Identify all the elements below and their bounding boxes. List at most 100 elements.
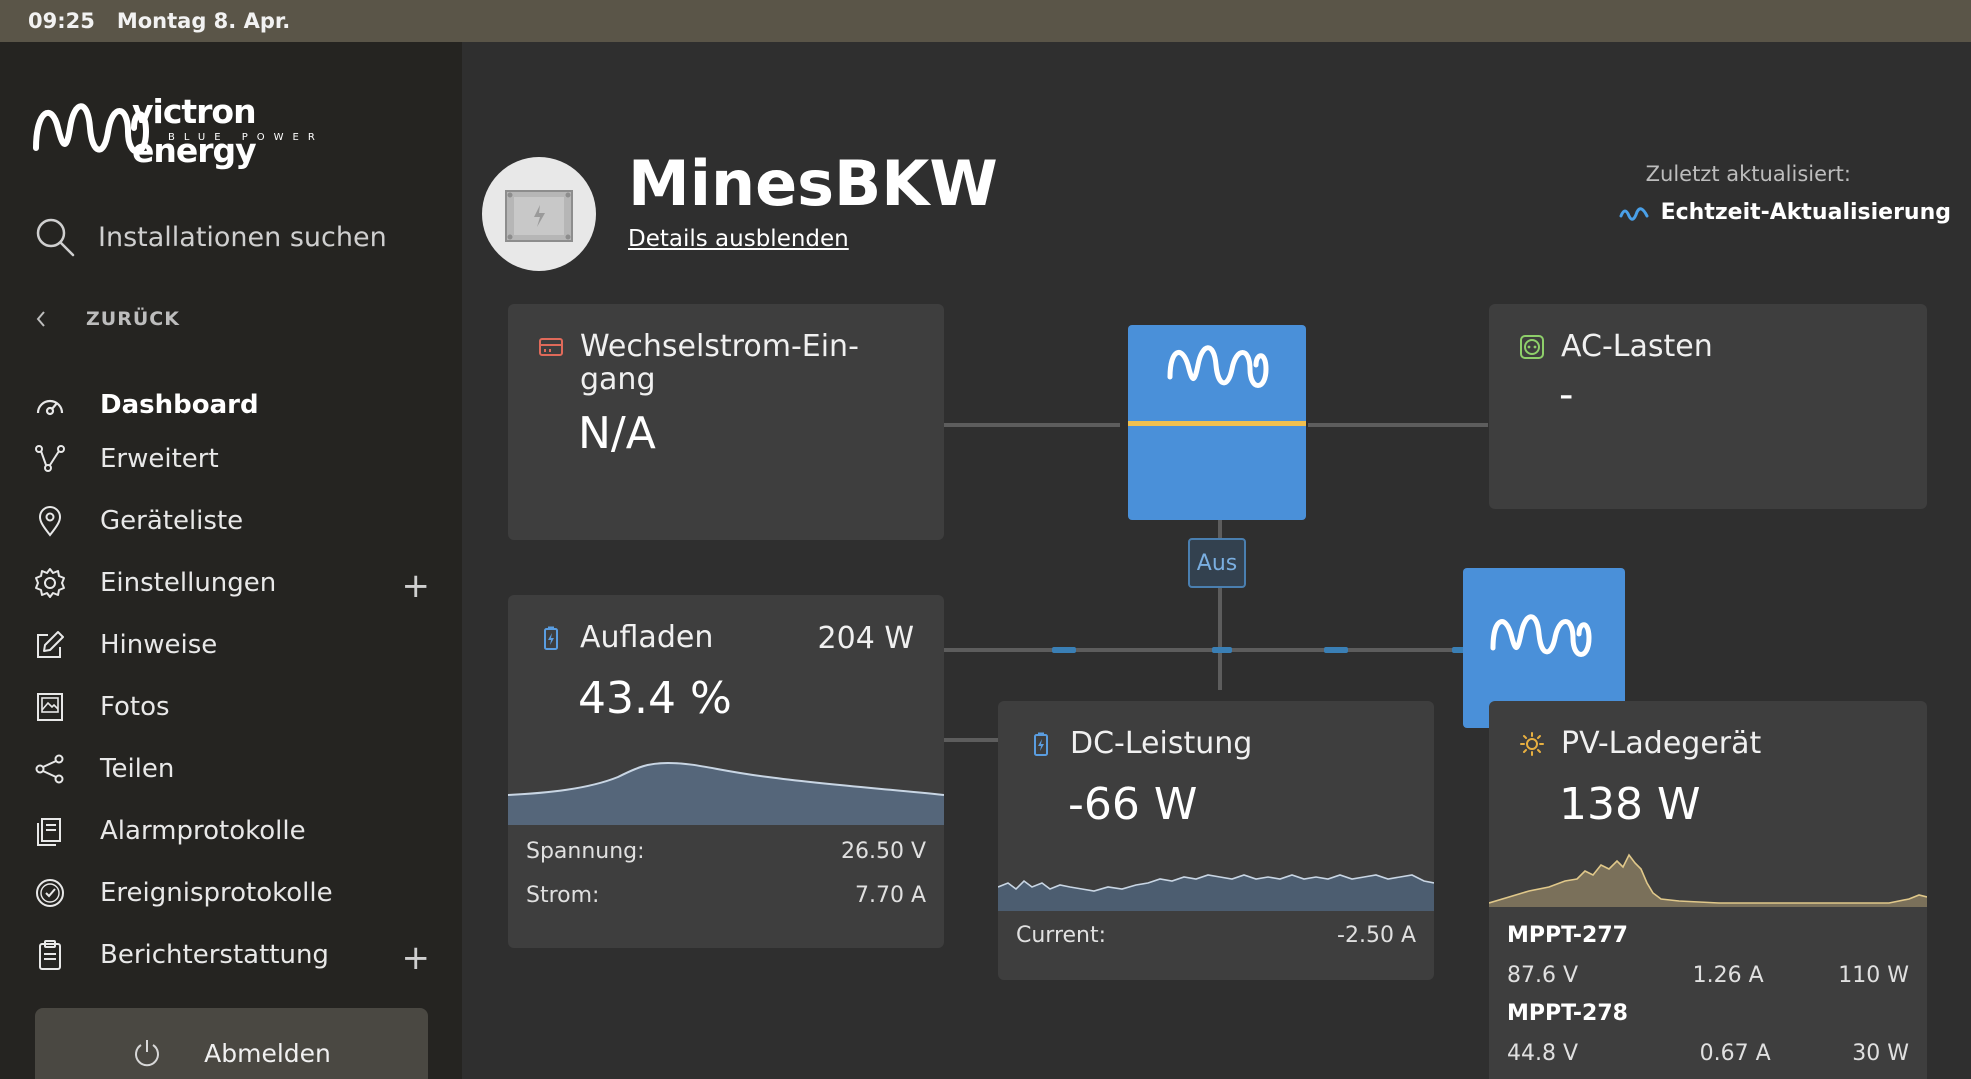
wire-dc-flow-3 bbox=[1324, 647, 1348, 653]
ac-loads-card[interactable]: AC-Lasten - bbox=[1489, 304, 1927, 509]
ac-input-title: Wechselstrom-Ein- gang bbox=[580, 330, 859, 396]
page-title: MinesBKW bbox=[628, 147, 998, 220]
mppt-1-voltage: 87.6 V bbox=[1507, 963, 1579, 988]
victron-logo[interactable]: victron energy BLUE POWER bbox=[30, 88, 370, 170]
battery-sparkline bbox=[508, 761, 944, 825]
sidebar-item-label: Alarmprotokolle bbox=[100, 816, 306, 846]
dc-power-sparkline bbox=[998, 874, 1434, 911]
battery-soc: 43.4 % bbox=[578, 673, 732, 724]
battery-icon bbox=[544, 626, 558, 650]
ac-input-value: N/A bbox=[578, 408, 656, 459]
search-input[interactable] bbox=[98, 221, 418, 253]
edit-icon bbox=[37, 631, 64, 658]
dc-battery-icon bbox=[1034, 732, 1048, 756]
battery-title: Aufladen bbox=[580, 620, 714, 655]
sidebar-item-berichterstattung[interactable]: Berichterstattung + bbox=[0, 924, 462, 986]
battery-card[interactable]: Aufladen 204 W 43.4 % Spannung: 26.50 V … bbox=[508, 595, 944, 948]
search-bar[interactable] bbox=[34, 207, 434, 267]
sidebar-item-teilen[interactable]: Teilen bbox=[0, 738, 462, 800]
ac-loads-title: AC-Lasten bbox=[1561, 329, 1713, 364]
mppt-2-name: MPPT-278 bbox=[1507, 1001, 1628, 1026]
sidebar-item-label: Dashboard bbox=[100, 390, 259, 420]
logout-button[interactable]: Abmelden bbox=[35, 1008, 428, 1079]
last-updated-label: Zuletzt aktualisiert: bbox=[1645, 162, 1851, 186]
dc-power-value: -66 W bbox=[1068, 779, 1198, 830]
inverter-unit[interactable] bbox=[1128, 325, 1306, 520]
map-pin-icon bbox=[38, 506, 62, 537]
pv-charger-title: PV-Ladegerät bbox=[1561, 726, 1762, 761]
sidebar-item-label: Einstellungen bbox=[100, 568, 277, 598]
battery-voltage-label: Spannung: bbox=[526, 839, 645, 864]
photo-icon bbox=[37, 693, 63, 721]
search-icon bbox=[36, 218, 75, 257]
dc-power-card[interactable]: DC-Leistung -66 W Current: -2.50 A bbox=[998, 701, 1434, 980]
sidebar-item-dashboard[interactable]: Dashboard bbox=[0, 382, 462, 428]
hide-details-link[interactable]: Details ausblenden bbox=[628, 226, 849, 252]
gear-icon bbox=[35, 568, 65, 598]
live-update-indicator: Echtzeit-Aktualisierung bbox=[1619, 200, 1951, 225]
sidebar-nav: Dashboard Erweitert Geräteliste Einstell… bbox=[0, 382, 462, 986]
wire-ac-in bbox=[944, 423, 1120, 427]
live-update-label: Echtzeit-Aktualisierung bbox=[1660, 200, 1951, 225]
main-dashboard: MinesBKW Details ausblenden Zuletzt aktu… bbox=[462, 42, 1971, 1079]
ac-input-title-line1: Wechselstrom-Ein- bbox=[580, 329, 859, 364]
battery-current-value: 7.70 A bbox=[854, 883, 926, 908]
expand-plus-icon[interactable]: + bbox=[402, 938, 431, 978]
clock-icon bbox=[36, 879, 64, 907]
wire-ac-out bbox=[1308, 423, 1488, 427]
ac-input-icon bbox=[539, 338, 563, 356]
mppt-2-current: 0.67 A bbox=[1699, 1041, 1771, 1066]
battery-voltage-value: 26.50 V bbox=[840, 839, 926, 864]
wire-dc-flow-1 bbox=[1052, 647, 1076, 653]
gauge-icon bbox=[36, 399, 64, 416]
pv-charger-card[interactable]: PV-Ladegerät 138 W MPPT-277 87.6 V 1.26 … bbox=[1489, 701, 1927, 1079]
sidebar-item-fotos[interactable]: Fotos bbox=[0, 676, 462, 738]
expand-plus-icon[interactable]: + bbox=[402, 566, 431, 606]
wire-dc-flow-2 bbox=[1212, 647, 1232, 653]
status-time: 09:25 bbox=[28, 9, 95, 33]
dc-current-row: Current: -2.50 A bbox=[1016, 923, 1416, 948]
sidebar-item-label: Berichterstattung bbox=[100, 940, 329, 970]
dc-power-title: DC-Leistung bbox=[1070, 726, 1253, 761]
sidebar-item-einstellungen[interactable]: Einstellungen + bbox=[0, 552, 462, 614]
victron-inverter-icon bbox=[1128, 345, 1306, 426]
mppt-1-row: 87.6 V 1.26 A 110 W bbox=[1507, 963, 1909, 988]
back-button[interactable]: ZURÜCK bbox=[34, 308, 180, 330]
logout-label: Abmelden bbox=[204, 1038, 331, 1068]
chevron-left-icon bbox=[36, 311, 45, 327]
sidebar-item-hinweise[interactable]: Hinweise bbox=[0, 614, 462, 676]
battery-current-label: Strom: bbox=[526, 883, 600, 908]
status-date: Montag 8. Apr. bbox=[116, 9, 291, 33]
sidebar-item-label: Erweitert bbox=[100, 444, 219, 474]
plug-socket-icon bbox=[1520, 335, 1544, 359]
wire-dc-branch bbox=[944, 738, 998, 742]
sidebar-item-alarmprotokolle[interactable]: Alarmprotokolle bbox=[0, 800, 462, 862]
live-wave-icon bbox=[1619, 206, 1649, 221]
ac-input-card[interactable]: Wechselstrom-Ein- gang N/A bbox=[508, 304, 944, 540]
mppt-2-row: 44.8 V 0.67 A 30 W bbox=[1507, 1041, 1909, 1066]
inverter-state-badge[interactable]: Aus bbox=[1188, 538, 1246, 588]
sidebar: victron energy BLUE POWER ZURÜCK Dashboa… bbox=[0, 42, 462, 1079]
installation-avatar[interactable] bbox=[482, 157, 596, 271]
battery-voltage-row: Spannung: 26.50 V bbox=[526, 839, 926, 864]
ac-input-title-line2: gang bbox=[580, 362, 656, 397]
battery-power: 204 W bbox=[817, 621, 914, 656]
dc-current-value: -2.50 A bbox=[1337, 923, 1416, 948]
sidebar-item-label: Fotos bbox=[100, 692, 170, 722]
alarm-log-icon bbox=[37, 818, 61, 846]
dc-current-label: Current: bbox=[1016, 923, 1107, 948]
sidebar-item-geraeteliste[interactable]: Geräteliste bbox=[0, 490, 462, 552]
sun-icon bbox=[1520, 732, 1544, 756]
power-icon bbox=[135, 1040, 160, 1067]
sidebar-item-label: Teilen bbox=[100, 754, 175, 784]
sidebar-item-label: Geräteliste bbox=[100, 506, 244, 536]
clipboard-icon bbox=[39, 940, 61, 970]
sidebar-item-erweitert[interactable]: Erweitert bbox=[0, 428, 462, 490]
battery-current-row: Strom: 7.70 A bbox=[526, 883, 926, 908]
back-label: ZURÜCK bbox=[86, 308, 180, 330]
graph-nodes-icon bbox=[35, 445, 65, 472]
sidebar-item-label: Hinweise bbox=[100, 630, 218, 660]
mppt-1-power: 110 W bbox=[1838, 963, 1909, 988]
sidebar-item-label: Ereignisprotokolle bbox=[100, 878, 333, 908]
sidebar-item-ereignisprotokolle[interactable]: Ereignisprotokolle bbox=[0, 862, 462, 924]
